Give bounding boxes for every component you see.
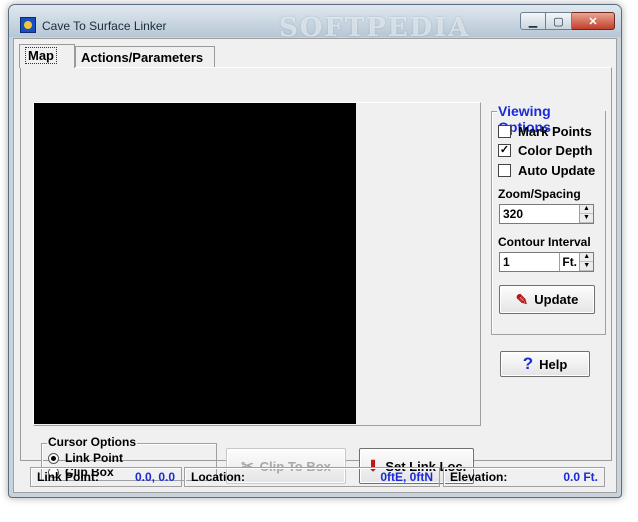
- help-button[interactable]: ? Help: [500, 351, 590, 377]
- caption-buttons: ▁ ▢ ✕: [520, 12, 615, 30]
- status-elevation: Elevation: 0.0 Ft.: [443, 467, 605, 487]
- mark-points-checkbox[interactable]: Mark Points: [498, 124, 592, 139]
- status-location: Location: 0ftE, 0ftN: [184, 467, 440, 487]
- update-button-label: Update: [534, 292, 579, 307]
- spin-up-icon[interactable]: ▲: [580, 253, 593, 262]
- mark-points-box[interactable]: [498, 125, 511, 138]
- spin-up-icon[interactable]: ▲: [580, 205, 593, 214]
- color-depth-checkbox[interactable]: ✓ Color Depth: [498, 143, 592, 158]
- tab-actions-parameters[interactable]: Actions/Parameters: [75, 46, 215, 68]
- check-icon[interactable]: ✓: [498, 144, 511, 157]
- app-window: Cave To Surface Linker SOFTPEDIA ▁ ▢ ✕ M…: [8, 4, 622, 498]
- contour-interval-value[interactable]: 1: [500, 253, 560, 271]
- map-canvas[interactable]: [34, 103, 356, 424]
- maximize-button[interactable]: ▢: [546, 12, 572, 30]
- cursor-options-title: Cursor Options: [47, 435, 138, 449]
- window-title: Cave To Surface Linker: [42, 19, 167, 33]
- contour-unit: Ft.: [562, 255, 578, 269]
- zoom-spacing-value[interactable]: 320: [500, 205, 579, 223]
- auto-update-label: Auto Update: [518, 163, 596, 178]
- auto-update-checkbox[interactable]: Auto Update: [498, 163, 595, 178]
- link-point-radio[interactable]: Link Point: [48, 451, 123, 465]
- status-link-point-value: 0.0, 0.0: [134, 470, 175, 484]
- link-point-radio-label: Link Point: [65, 451, 123, 465]
- status-link-point-label: Link Point:: [37, 470, 99, 484]
- client-area: Map Actions/Parameters Viewing Options M…: [13, 38, 617, 493]
- contour-interval-input[interactable]: 1 Ft. ▲ ▼: [499, 252, 594, 272]
- help-button-label: Help: [539, 356, 568, 372]
- tab-map[interactable]: Map: [19, 44, 75, 68]
- update-button[interactable]: ✎ Update: [499, 285, 595, 314]
- status-elevation-label: Elevation:: [450, 470, 508, 484]
- viewing-options-group: Viewing Options Mark Points ✓ Color Dept…: [491, 103, 606, 335]
- close-button[interactable]: ✕: [572, 12, 615, 30]
- status-elevation-value: 0.0 Ft.: [563, 470, 598, 484]
- zoom-spinner[interactable]: ▲ ▼: [579, 205, 593, 223]
- status-location-label: Location:: [191, 470, 245, 484]
- status-link-point: Link Point: 0.0, 0.0: [30, 467, 182, 487]
- status-location-value: 0ftE, 0ftN: [380, 470, 433, 484]
- zoom-spacing-input[interactable]: 320 ▲ ▼: [499, 204, 594, 224]
- map-tab-panel: Viewing Options Mark Points ✓ Color Dept…: [20, 67, 612, 484]
- contour-interval-label: Contour Interval: [498, 235, 591, 249]
- mark-points-label: Mark Points: [518, 124, 592, 139]
- help-icon: ?: [522, 354, 534, 373]
- link-point-radio-dot[interactable]: [48, 452, 59, 464]
- title-bar[interactable]: Cave To Surface Linker SOFTPEDIA ▁ ▢ ✕: [9, 5, 621, 43]
- spin-down-icon[interactable]: ▼: [580, 214, 593, 223]
- tab-map-label: Map: [25, 47, 57, 64]
- contour-spinner[interactable]: ▲ ▼: [579, 253, 593, 271]
- app-icon: [20, 17, 36, 33]
- zoom-spacing-label: Zoom/Spacing: [498, 187, 581, 201]
- color-depth-label: Color Depth: [518, 143, 593, 158]
- spin-down-icon[interactable]: ▼: [580, 262, 593, 271]
- update-icon: ✎: [515, 291, 529, 309]
- auto-update-box[interactable]: [498, 164, 511, 177]
- minimize-button[interactable]: ▁: [520, 12, 546, 30]
